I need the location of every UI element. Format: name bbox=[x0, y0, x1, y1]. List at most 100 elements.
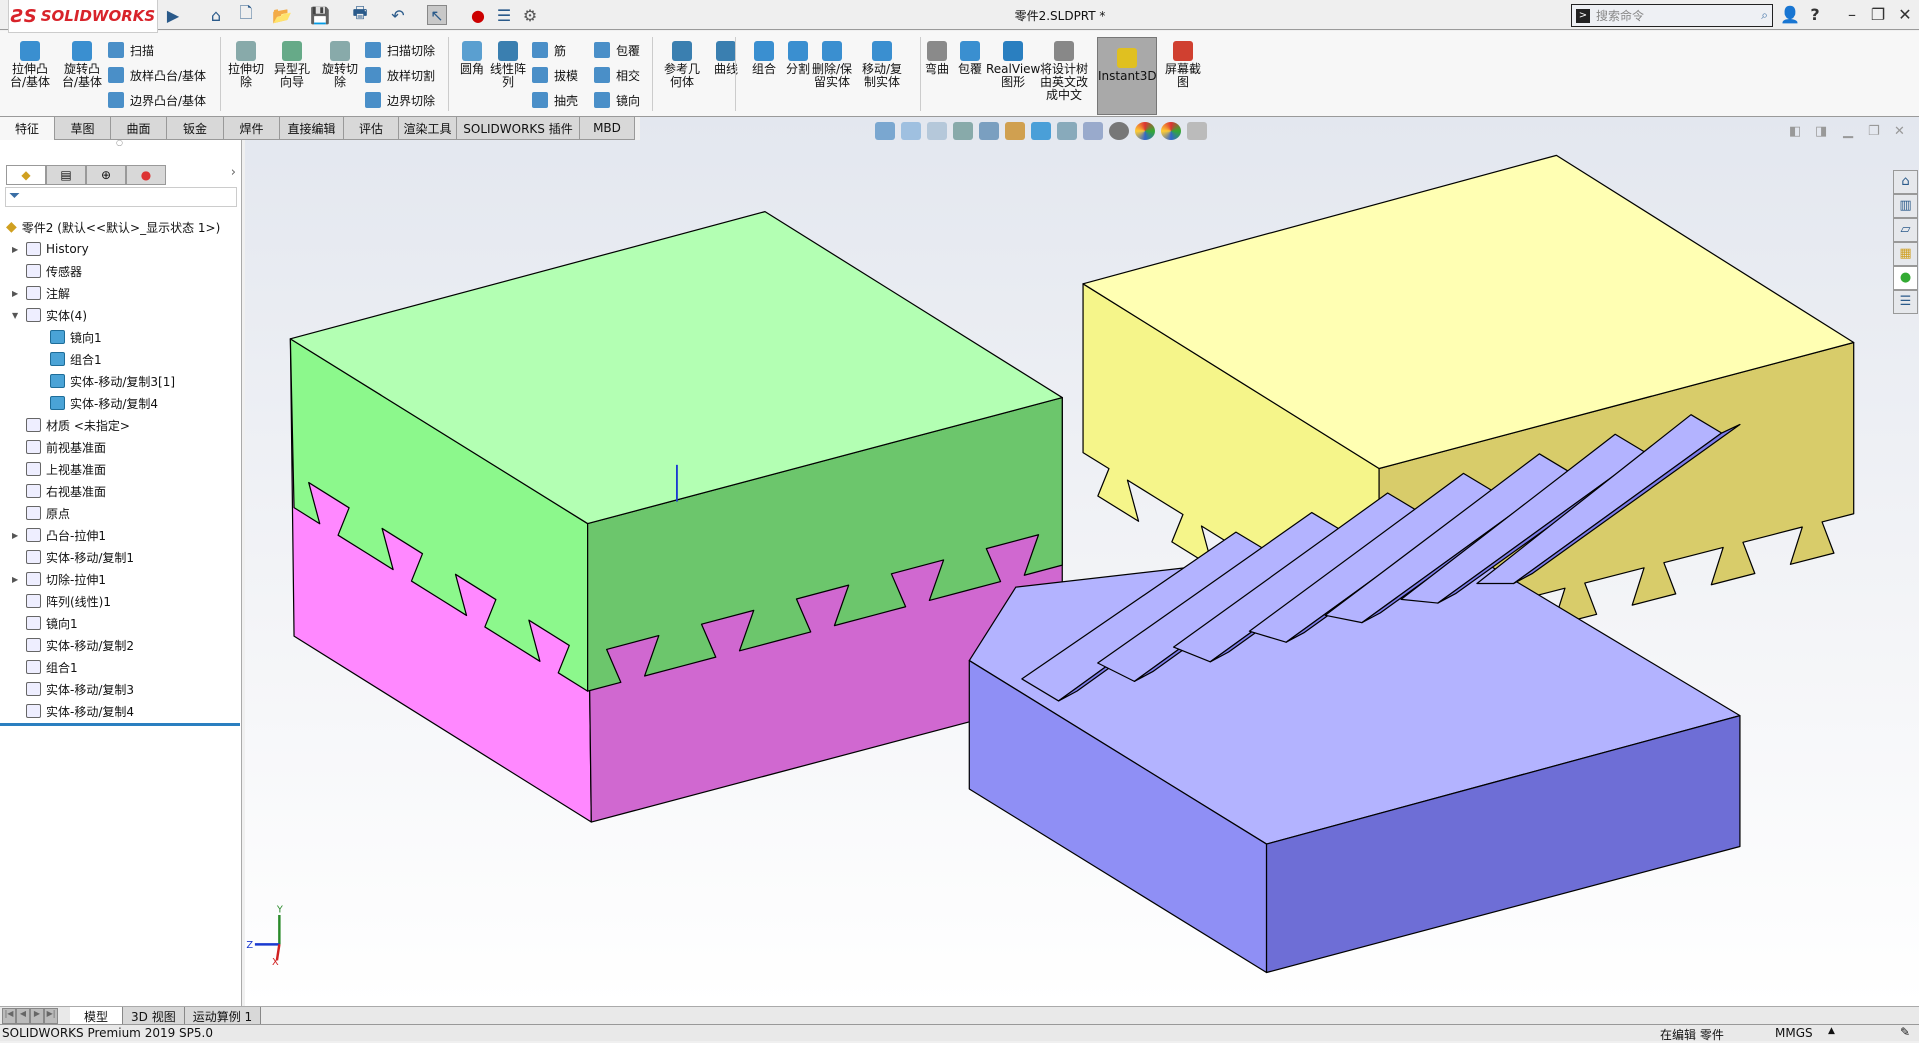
zoom-to-fit-icon[interactable] bbox=[901, 122, 921, 140]
viewport-close-icon[interactable]: ✕ bbox=[1894, 124, 1905, 139]
tree-item[interactable]: 组合1 bbox=[26, 657, 78, 677]
more-tabs-chevron-icon[interactable]: › bbox=[231, 165, 236, 185]
ribbon-small-button-1[interactable]: 放样凸台/基体 bbox=[108, 64, 206, 86]
tab-1[interactable]: 草图 bbox=[55, 117, 111, 140]
tree-item[interactable]: 镜向1 bbox=[50, 327, 102, 347]
ribbon-button-3[interactable]: 异型孔 向导 bbox=[272, 41, 312, 89]
collapse-arrow-icon[interactable]: ▼ bbox=[12, 311, 18, 320]
tree-item[interactable]: 实体-移动/复制2 bbox=[26, 635, 134, 655]
view-settings-icon[interactable] bbox=[1161, 122, 1181, 140]
ribbon-button-12[interactable]: 移动/复 制实体 bbox=[862, 41, 902, 89]
dynamic-annotation-icon[interactable] bbox=[1005, 122, 1025, 140]
first-tab-icon[interactable]: |◀ bbox=[2, 1008, 16, 1024]
rebuild-icon[interactable]: ● bbox=[468, 5, 488, 25]
ribbon-small-button-2[interactable]: 边界凸台/基体 bbox=[108, 89, 206, 111]
select-icon[interactable]: ↖ bbox=[427, 5, 447, 25]
viewport-minimize-icon[interactable]: ▁ bbox=[1843, 124, 1853, 139]
view-palette-icon[interactable]: ▦ bbox=[1893, 242, 1918, 266]
save-icon[interactable]: 💾 bbox=[310, 5, 330, 25]
tree-item[interactable]: 传感器 bbox=[26, 261, 82, 281]
ribbon-button-11[interactable]: 删除/保 留实体 bbox=[812, 41, 852, 89]
tree-item[interactable]: 前视基准面 bbox=[26, 437, 106, 457]
display-style-icon[interactable] bbox=[1057, 122, 1077, 140]
zoom-area-icon[interactable] bbox=[927, 122, 947, 140]
ribbon-button-15[interactable]: RealView 图形 bbox=[986, 41, 1040, 89]
print-icon[interactable]: 🖶 bbox=[350, 3, 370, 25]
ribbon-button-14[interactable]: 包覆 bbox=[950, 41, 990, 76]
expand-arrow-icon[interactable]: ▶ bbox=[12, 289, 18, 298]
rollback-bar[interactable] bbox=[0, 723, 240, 726]
ribbon-small-button-6[interactable]: 筋 bbox=[532, 39, 566, 61]
ribbon-button-2[interactable]: 拉伸切 除 bbox=[226, 41, 266, 89]
close-button[interactable]: ✕ bbox=[1893, 3, 1917, 27]
tab-8[interactable]: SOLIDWORKS 插件 bbox=[457, 117, 580, 140]
expand-arrow-icon[interactable]: ▶ bbox=[12, 575, 18, 584]
open-icon[interactable]: 📂 bbox=[272, 5, 292, 25]
undo-icon[interactable]: ↶ bbox=[388, 5, 408, 25]
ribbon-button-6[interactable]: 线性阵 列 bbox=[488, 41, 528, 89]
ribbon-small-button-4[interactable]: 放样切割 bbox=[365, 64, 435, 86]
ribbon-small-button-8[interactable]: 抽壳 bbox=[532, 89, 578, 111]
help-icon[interactable]: ? bbox=[1803, 3, 1827, 27]
tab-6[interactable]: 评估 bbox=[344, 117, 399, 140]
tab-4[interactable]: 焊件 bbox=[224, 117, 280, 140]
tree-item[interactable]: ▼ 实体(4) bbox=[12, 305, 87, 325]
ribbon-button-8[interactable]: 曲线 bbox=[706, 41, 746, 76]
prev-tab-icon[interactable]: ◀ bbox=[16, 1008, 30, 1024]
ribbon-button-17[interactable]: Instant3D bbox=[1097, 37, 1157, 115]
tree-item[interactable]: 原点 bbox=[26, 503, 70, 523]
ribbon-button-1[interactable]: 旋转凸 台/基体 bbox=[62, 41, 102, 89]
tab-model[interactable]: 模型 bbox=[70, 1007, 124, 1025]
solidworks-resources-icon[interactable]: ⌂ bbox=[1893, 170, 1918, 194]
display-manager-tab-icon[interactable]: ● bbox=[126, 165, 166, 185]
feature-manager-tab-icon[interactable]: ◆ bbox=[6, 165, 46, 185]
options-icon[interactable]: ⚙ bbox=[520, 5, 540, 25]
tree-item[interactable]: 材质 <未指定> bbox=[26, 415, 130, 435]
ribbon-button-5[interactable]: 圆角 bbox=[452, 41, 492, 76]
search-icon[interactable]: ⌕ bbox=[1761, 8, 1768, 23]
home-icon[interactable]: ⌂ bbox=[206, 5, 226, 25]
tree-item[interactable]: 镜向1 bbox=[26, 613, 78, 633]
previous-view-icon[interactable] bbox=[953, 122, 973, 140]
tab-3d-view[interactable]: 3D 视图 bbox=[123, 1007, 185, 1025]
tree-item[interactable]: 实体-移动/复制3[1] bbox=[50, 371, 175, 391]
tree-item[interactable]: ▶ 注解 bbox=[12, 283, 70, 303]
tree-item[interactable]: 实体-移动/复制4 bbox=[50, 393, 158, 413]
ribbon-button-16[interactable]: 将设计树 由英文改 成中文 bbox=[1040, 41, 1088, 102]
next-tab-icon[interactable]: ▶ bbox=[30, 1008, 44, 1024]
minimize-button[interactable]: – bbox=[1840, 3, 1864, 27]
ribbon-small-button-0[interactable]: 扫描 bbox=[108, 39, 154, 61]
tree-root-part[interactable]: ◆ 零件2 (默认<<默认>_显示状态 1>) bbox=[6, 217, 220, 237]
viewport-next-icon[interactable]: ◨ bbox=[1815, 124, 1827, 139]
expand-arrow-icon[interactable]: ▶ bbox=[12, 245, 18, 254]
hide-show-items-icon[interactable] bbox=[1083, 122, 1103, 140]
last-tab-icon[interactable]: ▶| bbox=[44, 1008, 58, 1024]
restore-button[interactable]: ❐ bbox=[1866, 3, 1890, 27]
tree-item[interactable]: ▶ 切除-拉伸1 bbox=[12, 569, 106, 589]
tab-5[interactable]: 直接编辑 bbox=[280, 117, 344, 140]
unit-system[interactable]: MMGS bbox=[1775, 1026, 1813, 1040]
viewport-restore-icon[interactable]: ❐ bbox=[1868, 124, 1880, 139]
tree-item[interactable]: 右视基准面 bbox=[26, 481, 106, 501]
tree-item[interactable]: ▶ History bbox=[12, 239, 89, 259]
expand-menu-icon[interactable]: ▶ bbox=[163, 5, 183, 25]
user-icon[interactable]: 👤 bbox=[1778, 3, 1802, 27]
property-manager-tab-icon[interactable]: ▤ bbox=[46, 165, 86, 185]
configuration-manager-tab-icon[interactable]: ⊕ bbox=[86, 165, 126, 185]
tree-filter-input[interactable]: ⏷ bbox=[5, 187, 237, 207]
ribbon-small-button-7[interactable]: 拔模 bbox=[532, 64, 578, 86]
tree-item[interactable]: 实体-移动/复制4 bbox=[26, 701, 134, 721]
edit-appearance-icon[interactable] bbox=[1109, 122, 1129, 140]
design-library-icon[interactable]: ▥ bbox=[1893, 194, 1918, 218]
tree-item[interactable]: 阵列(线性)1 bbox=[26, 591, 111, 611]
section-view-icon[interactable] bbox=[979, 122, 999, 140]
expand-arrow-icon[interactable]: ▶ bbox=[12, 531, 18, 540]
units-menu-caret-icon[interactable]: ▲ bbox=[1828, 1026, 1835, 1036]
tree-item[interactable]: 实体-移动/复制1 bbox=[26, 547, 134, 567]
display-settings-icon[interactable] bbox=[1187, 122, 1207, 140]
ribbon-button-7[interactable]: 参考几 何体 bbox=[662, 41, 702, 89]
search-command-input[interactable]: > 搜索命令 ⌕ bbox=[1571, 4, 1773, 27]
view-orientation-cube-icon[interactable] bbox=[1031, 122, 1051, 140]
file-properties-icon[interactable]: ☰ bbox=[494, 5, 514, 25]
new-icon[interactable]: 🗋 bbox=[236, 3, 256, 25]
